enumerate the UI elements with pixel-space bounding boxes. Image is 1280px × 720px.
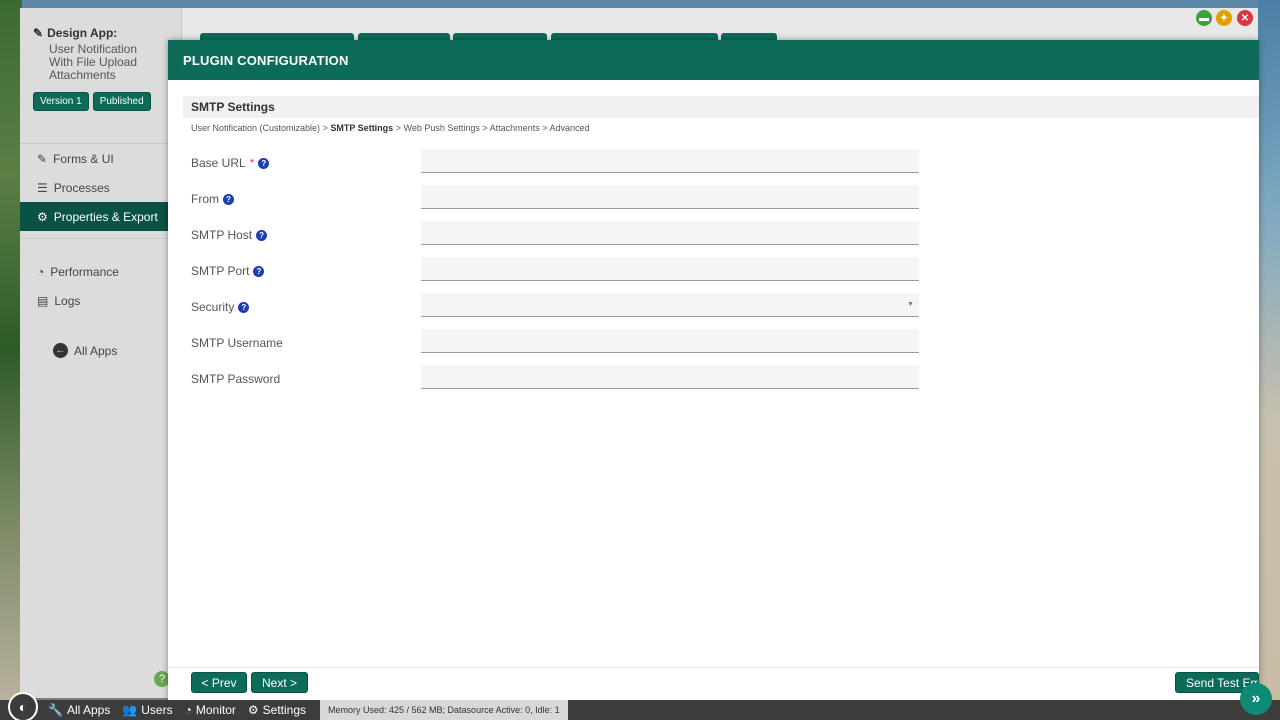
dashboard-icon: ◔ xyxy=(37,264,45,279)
taskbar-all-apps[interactable]: 🔧 All Apps xyxy=(48,703,110,717)
edit-icon: ✎ xyxy=(33,26,44,40)
background-right xyxy=(1258,0,1280,700)
help-icon[interactable]: ? xyxy=(256,229,268,241)
app-name: User Notification With File Upload Attac… xyxy=(49,42,138,82)
breadcrumb-item[interactable]: Attachments xyxy=(490,123,540,133)
form-row-smtp-username: SMTP Username xyxy=(191,328,931,364)
wrench-icon: 🔧 xyxy=(48,703,63,717)
sidebar: ✎ Design App: User Notification With Fil… xyxy=(20,8,182,698)
field-label: From ? xyxy=(191,192,234,206)
memory-status: Memory Used: 425 / 562 MB; Datasource Ac… xyxy=(320,700,568,720)
gear-icon: ⚙ xyxy=(247,703,259,717)
background-top xyxy=(0,0,1280,8)
field-label: SMTP Username xyxy=(191,336,283,350)
sidebar-item-performance[interactable]: ◔ Performance xyxy=(20,257,181,286)
close-window-icon[interactable]: ✕ xyxy=(1237,10,1253,26)
version-badge[interactable]: Version 1 xyxy=(33,92,89,111)
breadcrumb-item[interactable]: Web Push Settings xyxy=(403,123,479,133)
field-label: Base URL * ? xyxy=(191,156,270,170)
breadcrumb-item[interactable]: Advanced xyxy=(550,123,590,133)
taskbar-settings[interactable]: ⚙ Settings xyxy=(248,703,306,717)
breadcrumb-item-current[interactable]: SMTP Settings xyxy=(330,123,393,133)
field-label: SMTP Port ? xyxy=(191,264,265,278)
dashboard-icon: ◔ xyxy=(184,703,192,717)
users-icon: 👥 xyxy=(122,703,138,717)
base-url-input[interactable] xyxy=(421,149,919,173)
list-icon: ☰ xyxy=(37,180,48,195)
help-icon[interactable]: ? xyxy=(223,193,234,205)
form-row-smtp-port: SMTP Port ? xyxy=(191,256,931,292)
expand-double-chevron-icon[interactable]: » xyxy=(1240,683,1272,715)
help-icon[interactable]: ? xyxy=(253,265,265,277)
pin-window-icon[interactable]: ✦ xyxy=(1216,10,1232,26)
next-button[interactable]: Next > xyxy=(251,672,308,693)
plugin-configuration-dialog: PLUGIN CONFIGURATION SMTP Settings User … xyxy=(168,40,1259,700)
published-badge[interactable]: Published xyxy=(92,92,151,111)
design-app-title: ✎ Design App: xyxy=(33,26,118,40)
arrow-left-circle-icon: ← xyxy=(53,343,68,358)
field-label: Security ? xyxy=(191,300,250,314)
all-apps-link[interactable]: ← All Apps xyxy=(20,343,181,358)
dialog-footer: < Prev Next > Send Test Em xyxy=(168,667,1259,700)
form-row-from: From ? xyxy=(191,184,931,220)
sidebar-item-forms-ui[interactable]: ✎ Forms & UI xyxy=(20,144,181,173)
form-row-smtp-password: SMTP Password xyxy=(191,364,931,400)
maximize-window-icon[interactable]: ▬ xyxy=(1196,10,1212,26)
edit-icon: ✎ xyxy=(37,151,48,166)
taskbar-users[interactable]: 👥 Users xyxy=(122,703,172,717)
smtp-username-input[interactable] xyxy=(421,329,919,353)
taskbar-monitor[interactable]: ◔ Monitor xyxy=(185,703,236,717)
logo-icon[interactable]: ◐ xyxy=(8,692,38,720)
security-select[interactable] xyxy=(421,293,919,317)
from-input[interactable] xyxy=(421,185,919,209)
help-icon[interactable]: ? xyxy=(238,301,250,313)
sidebar-header: ✎ Design App: User Notification With Fil… xyxy=(20,8,181,144)
dropdown-caret-icon: ▼ xyxy=(907,301,914,308)
taskbar: 🔧 All Apps 👥 Users ◔ Monitor ⚙ Settings … xyxy=(0,700,1280,720)
sidebar-item-properties-export[interactable]: ⚙ Properties & Export xyxy=(20,202,181,231)
smtp-port-input[interactable] xyxy=(421,257,919,281)
help-icon[interactable]: ? xyxy=(258,157,270,169)
dialog-title: PLUGIN CONFIGURATION xyxy=(168,40,1259,80)
breadcrumb-item[interactable]: User Notification (Customizable) xyxy=(191,123,320,133)
smtp-password-input[interactable] xyxy=(421,365,919,389)
field-label: SMTP Password xyxy=(191,372,281,386)
background-left xyxy=(0,0,22,700)
sidebar-nav: ✎ Forms & UI ☰ Processes ⚙ Properties & … xyxy=(20,144,181,231)
required-marker: * xyxy=(249,156,255,170)
logs-icon: ▤ xyxy=(37,293,49,308)
form-row-security: Security ? ▼ xyxy=(191,292,931,328)
sidebar-item-processes[interactable]: ☰ Processes xyxy=(20,173,181,202)
field-label: SMTP Host ? xyxy=(191,228,268,242)
gear-icon: ⚙ xyxy=(37,209,48,224)
breadcrumb: User Notification (Customizable) > SMTP … xyxy=(191,123,590,133)
sidebar-item-logs[interactable]: ▤ Logs xyxy=(20,286,181,315)
form-row-smtp-host: SMTP Host ? xyxy=(191,220,931,256)
smtp-form: Base URL * ? From ? SMTP Host ? SMTP Port… xyxy=(191,148,931,400)
form-row-base-url: Base URL * ? xyxy=(191,148,931,184)
section-title: SMTP Settings xyxy=(183,96,1259,118)
smtp-host-input[interactable] xyxy=(421,221,919,245)
prev-button[interactable]: < Prev xyxy=(191,672,247,693)
